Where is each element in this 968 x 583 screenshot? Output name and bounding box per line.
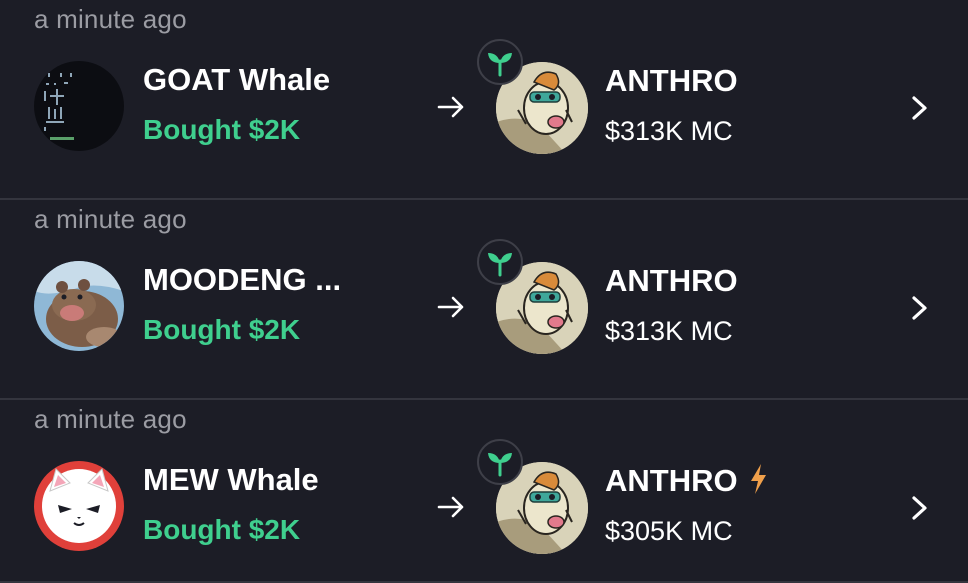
chevron-right-icon[interactable] bbox=[906, 93, 932, 123]
timestamp: a minute ago bbox=[34, 404, 187, 434]
goat-ascii-avatar bbox=[34, 61, 124, 151]
whale-name: MOODENG ... bbox=[143, 262, 342, 297]
trade-amount: Bought $2K bbox=[143, 514, 301, 545]
market-cap: $305K MC bbox=[605, 516, 733, 546]
market-cap: $313K MC bbox=[605, 316, 733, 346]
trade-amount: Bought $2K bbox=[143, 314, 301, 345]
whale-name: MEW Whale bbox=[143, 462, 319, 497]
arrow-right-icon bbox=[437, 496, 464, 518]
trade-amount: Bought $2K bbox=[143, 114, 301, 145]
hippo-avatar bbox=[34, 261, 124, 351]
token-avatar-group[interactable] bbox=[477, 439, 588, 554]
sprout-icon bbox=[477, 239, 523, 285]
market-cap: $313K MC bbox=[605, 116, 733, 146]
cat-avatar bbox=[34, 461, 124, 551]
trade-entry[interactable]: a minute ago MOODENG ... Bought $2K ANTH… bbox=[0, 200, 968, 400]
whale-trade-feed: a minute ago GOAT Whale Bought $2K ANTHR… bbox=[0, 0, 968, 583]
lightning-icon bbox=[750, 464, 766, 494]
chevron-right-icon[interactable] bbox=[906, 493, 932, 523]
token-name: ANTHRO bbox=[605, 463, 738, 498]
token-avatar-group[interactable] bbox=[477, 39, 588, 154]
token-avatar-group[interactable] bbox=[477, 239, 588, 354]
token-name: ANTHRO bbox=[605, 63, 738, 98]
timestamp: a minute ago bbox=[34, 204, 187, 234]
whale-name: GOAT Whale bbox=[143, 62, 331, 97]
chevron-right-icon[interactable] bbox=[906, 293, 932, 323]
trade-entry[interactable]: a minute ago MEW Whale Bought $2K ANTHRO… bbox=[0, 400, 968, 583]
arrow-right-icon bbox=[437, 296, 464, 318]
token-name-row: ANTHRO bbox=[605, 463, 768, 499]
sprout-icon bbox=[477, 439, 523, 485]
token-name: ANTHRO bbox=[605, 263, 738, 298]
arrow-right-icon bbox=[437, 96, 464, 118]
timestamp: a minute ago bbox=[34, 4, 187, 34]
trade-entry[interactable]: a minute ago GOAT Whale Bought $2K ANTHR… bbox=[0, 0, 968, 200]
sprout-icon bbox=[477, 39, 523, 85]
